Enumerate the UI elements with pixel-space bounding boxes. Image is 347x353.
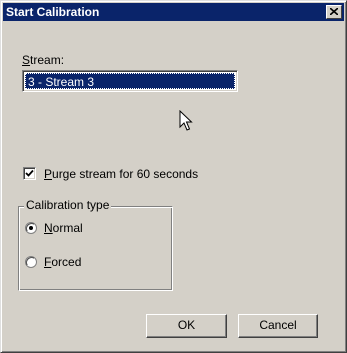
stream-label: Stream: (22, 53, 64, 67)
window-title: Start Calibration (6, 5, 100, 19)
ok-button[interactable]: OK (146, 314, 227, 338)
close-icon (330, 8, 338, 15)
purge-checkbox[interactable] (23, 167, 36, 180)
radio-normal[interactable] (25, 222, 37, 234)
calibration-type-group (18, 206, 173, 291)
stream-label-mnemonic: S (22, 53, 31, 67)
start-calibration-dialog: Start Calibration Stream: 3 - Stream 3 P… (0, 0, 347, 353)
title-bar[interactable]: Start Calibration (3, 3, 344, 21)
purge-label[interactable]: Purge stream for 60 seconds (44, 167, 198, 181)
radio-normal-label[interactable]: Normal (44, 221, 83, 235)
calibration-type-title: Calibration type (24, 198, 112, 212)
radio-forced-label[interactable]: Forced (44, 255, 81, 269)
stream-selected-row[interactable]: 3 - Stream 3 (25, 73, 235, 89)
radio-forced[interactable] (25, 256, 37, 268)
mouse-pointer-icon (179, 110, 193, 131)
radio-selected-dot (29, 226, 33, 230)
stream-label-text: tream: (30, 53, 65, 67)
stream-listbox[interactable]: 3 - Stream 3 (22, 70, 238, 92)
radio-normal-mnemonic: N (44, 221, 53, 235)
close-button[interactable] (326, 5, 342, 19)
cancel-button[interactable]: Cancel (238, 314, 318, 338)
checkmark-icon (25, 169, 34, 177)
purge-label-mnemonic: P (44, 167, 53, 181)
purge-label-text: urge stream for 60 seconds (52, 167, 199, 181)
radio-normal-text: ormal (52, 221, 83, 235)
stream-selected-value: 3 - Stream 3 (28, 75, 95, 89)
radio-forced-text: orced (51, 255, 82, 269)
